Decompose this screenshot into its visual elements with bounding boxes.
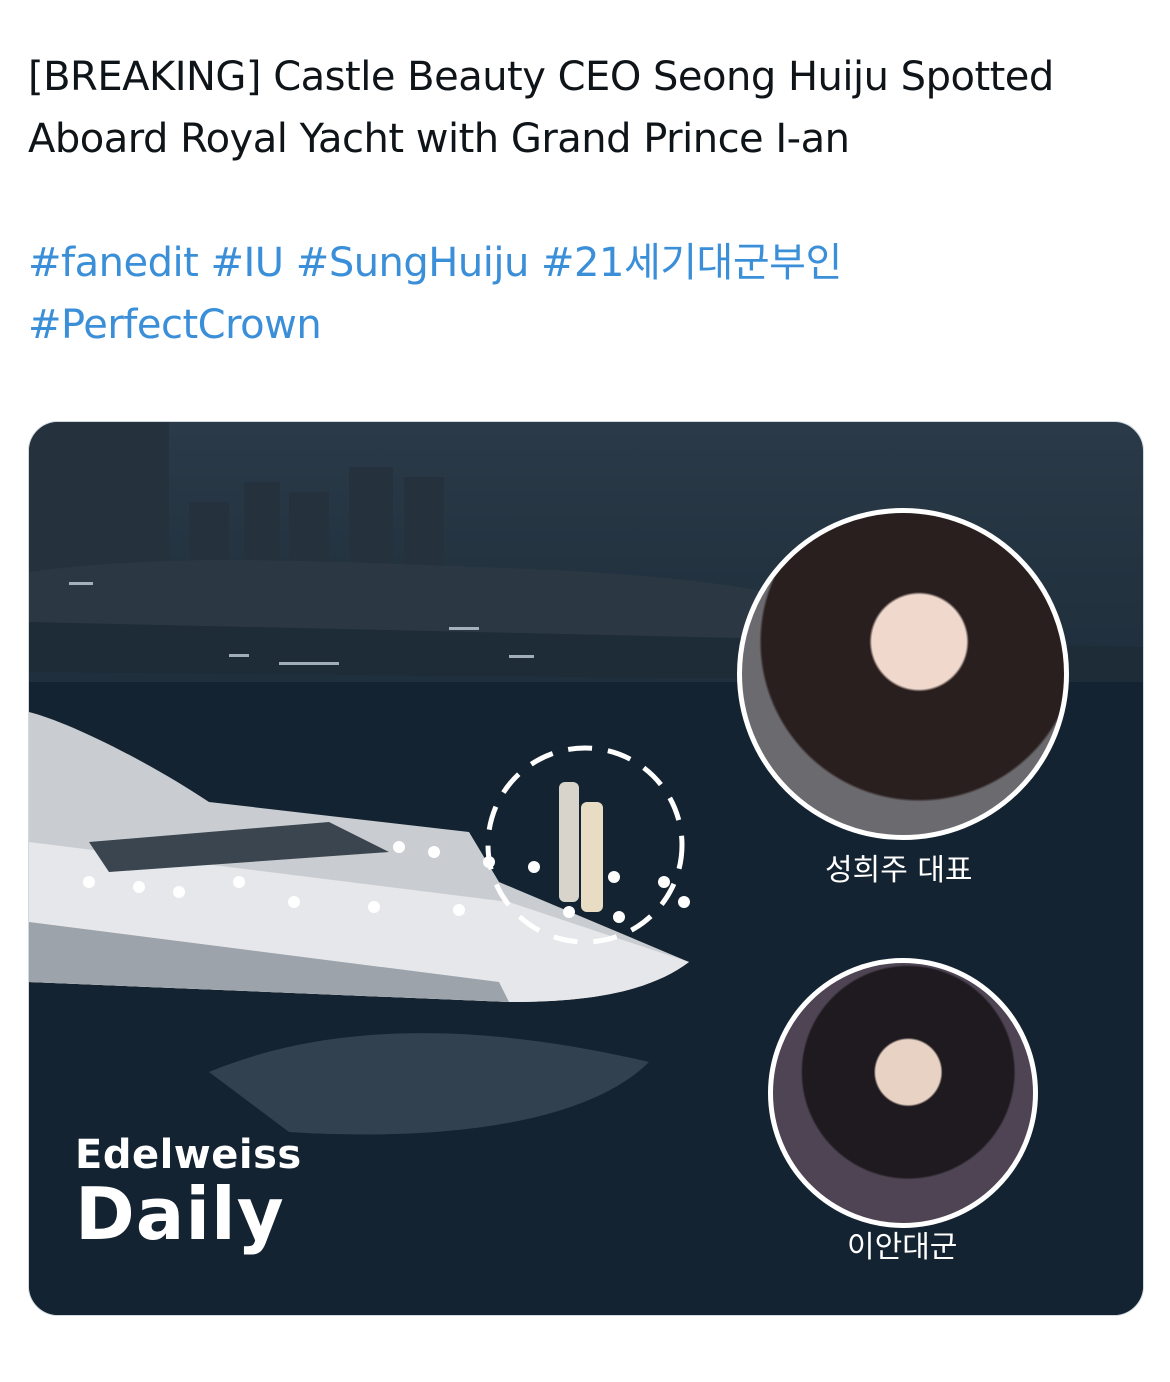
- hashtag-link[interactable]: #IU: [210, 240, 284, 286]
- hashtag-link[interactable]: #PerfectCrown: [28, 302, 322, 348]
- tweet-text: [BREAKING] Castle Beauty CEO Seong Huiju…: [28, 46, 1138, 356]
- hashtag-line-1: #fanedit #IU #SungHuiju #21세기대군부인: [28, 232, 1138, 294]
- portrait-prince-avatar: [768, 958, 1038, 1228]
- portrait-ceo-avatar: [737, 508, 1069, 840]
- headline-line-2: Aboard Royal Yacht with Grand Prince I-a…: [28, 116, 850, 162]
- hashtag-link[interactable]: #SungHuiju: [296, 240, 530, 286]
- portrait-ceo-caption: 성희주 대표: [825, 853, 973, 888]
- hashtag-block: #fanedit #IU #SungHuiju #21세기대군부인 #Perfe…: [28, 232, 1138, 356]
- tweet-media-image[interactable]: 성희주 대표 이안대군 Edelweiss Daily: [28, 421, 1144, 1316]
- hashtag-line-2: #PerfectCrown: [28, 294, 1138, 356]
- brand-logo-bottom: Daily: [75, 1172, 285, 1256]
- headline-line-1: [BREAKING] Castle Beauty CEO Seong Huiju…: [28, 54, 1054, 100]
- hashtag-link[interactable]: #fanedit: [28, 240, 199, 286]
- hashtag-link[interactable]: #21세기대군부인: [541, 240, 842, 286]
- portrait-prince-caption: 이안대군: [847, 1230, 958, 1265]
